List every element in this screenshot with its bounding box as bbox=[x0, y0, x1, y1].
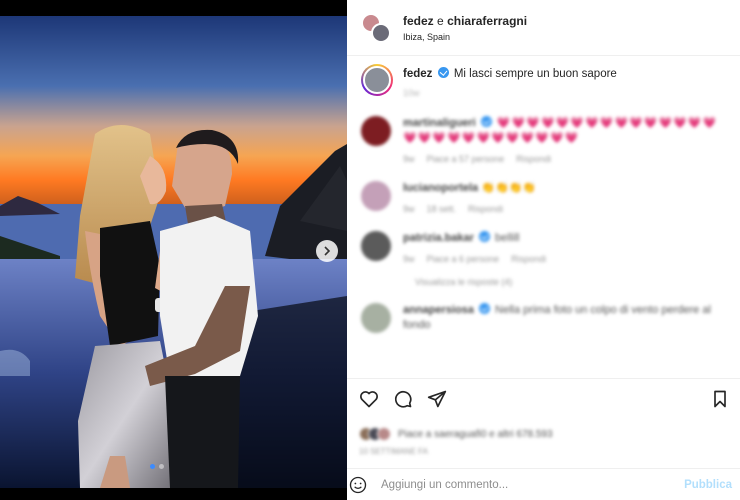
comment-button[interactable] bbox=[393, 389, 413, 414]
reply-button[interactable]: Rispondi bbox=[511, 252, 546, 267]
carousel-indicator bbox=[150, 464, 164, 469]
comment-icon bbox=[394, 390, 412, 408]
post-actions: Piace a saeraguafi0 e altri 678.593 10 S… bbox=[347, 378, 740, 456]
header-usernames: fedez e chiaraferragni bbox=[403, 14, 527, 28]
comment-text: 👏👏👏👏 bbox=[481, 182, 537, 194]
avatar[interactable] bbox=[361, 181, 391, 211]
collab-avatars[interactable] bbox=[361, 12, 391, 43]
comment-item: annapersiosa Nella prima foto un colpo d… bbox=[361, 303, 726, 333]
verified-badge-icon bbox=[437, 67, 449, 78]
location-link[interactable]: Ibiza, Spain bbox=[403, 32, 527, 42]
avatar[interactable] bbox=[361, 303, 391, 333]
emoji-button[interactable] bbox=[347, 474, 369, 496]
comment-username[interactable]: martinaligueri bbox=[403, 117, 476, 129]
post-caption: fedez Mi lasci sempre un buon sapore 10w bbox=[361, 64, 726, 98]
likes-summary[interactable]: Piace a saeraguafi0 e altri 678.593 bbox=[359, 427, 730, 441]
comment-item: patrizia.bakar bellill 9w Piace a 6 pers… bbox=[361, 231, 726, 267]
username-link[interactable]: fedez bbox=[403, 14, 434, 28]
chevron-right-icon bbox=[324, 246, 331, 256]
post-header: fedez e chiaraferragni Ibiza, Spain bbox=[347, 0, 740, 56]
bookmark-icon bbox=[714, 390, 726, 407]
carousel-dot bbox=[150, 464, 155, 469]
comment-time: 9w bbox=[403, 254, 415, 264]
heart-icon bbox=[360, 390, 378, 407]
reply-button[interactable]: Rispondi bbox=[516, 152, 551, 167]
share-button[interactable] bbox=[427, 389, 447, 414]
avatar bbox=[371, 22, 391, 43]
comment-item: martinaligueri 💗💗💗💗💗💗💗💗💗💗💗💗💗💗💗💗💗💗💗💗💗💗💗💗💗… bbox=[361, 116, 726, 167]
post-timestamp: 10 SETTIMANE FA bbox=[359, 447, 428, 456]
header-text: fedez e chiaraferragni Ibiza, Spain bbox=[403, 14, 527, 42]
publish-button[interactable]: Pubblica bbox=[684, 479, 732, 491]
reply-button[interactable]: Rispondi bbox=[468, 202, 503, 217]
save-button[interactable] bbox=[710, 389, 730, 414]
action-bar bbox=[359, 389, 730, 413]
username-link[interactable]: chiaraferragni bbox=[447, 14, 527, 28]
couple-sunset-photo bbox=[0, 16, 347, 488]
comments-list[interactable]: fedez Mi lasci sempre un buon sapore 10w… bbox=[347, 56, 740, 376]
verified-badge-icon bbox=[480, 116, 492, 127]
liker-avatars bbox=[359, 427, 391, 441]
like-button[interactable] bbox=[359, 389, 379, 414]
send-icon bbox=[427, 390, 447, 407]
avatar[interactable] bbox=[361, 116, 391, 146]
add-comment-bar: Pubblica bbox=[347, 468, 740, 500]
comment-likes[interactable]: 18 sett. bbox=[427, 202, 457, 217]
story-ring-avatar[interactable] bbox=[361, 64, 393, 96]
view-replies-link[interactable]: Visualizza le risposte (4) bbox=[415, 277, 726, 287]
carousel-dot bbox=[159, 464, 164, 469]
post-side-panel: fedez e chiaraferragni Ibiza, Spain fede… bbox=[347, 0, 740, 500]
comment-username[interactable]: patrizia.bakar bbox=[403, 232, 474, 244]
caption-time: 10w bbox=[403, 88, 420, 98]
instagram-post-modal: fedez e chiaraferragni Ibiza, Spain fede… bbox=[0, 0, 740, 500]
verified-badge-icon bbox=[478, 231, 490, 242]
comment-time: 9w bbox=[403, 154, 415, 164]
post-media bbox=[0, 0, 347, 500]
username-separator: e bbox=[437, 13, 444, 28]
comment-item: lucianoportela 👏👏👏👏 9w 18 sett. Rispondi bbox=[361, 181, 726, 217]
carousel-next-button[interactable] bbox=[316, 240, 338, 262]
comment-likes[interactable]: Piace a 57 persone bbox=[427, 152, 505, 167]
comment-username[interactable]: lucianoportela bbox=[403, 182, 478, 194]
comment-likes[interactable]: Piace a 6 persone bbox=[427, 252, 500, 267]
comment-username[interactable]: annapersiosa bbox=[403, 304, 474, 316]
comment-input[interactable] bbox=[381, 478, 677, 491]
likes-count[interactable]: Piace a saeraguafi0 e altri 678.593 bbox=[398, 429, 553, 440]
verified-badge-icon bbox=[478, 303, 490, 314]
post-photo bbox=[0, 16, 347, 488]
comment-text: bellill bbox=[495, 232, 520, 244]
emoji-icon bbox=[349, 476, 367, 493]
caption-username[interactable]: fedez bbox=[403, 68, 432, 80]
avatar[interactable] bbox=[361, 231, 391, 261]
caption-text: Mi lasci sempre un buon sapore bbox=[453, 68, 617, 80]
comment-time: 9w bbox=[403, 204, 415, 214]
